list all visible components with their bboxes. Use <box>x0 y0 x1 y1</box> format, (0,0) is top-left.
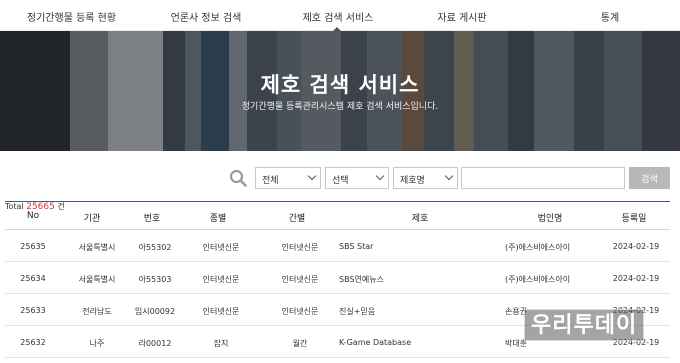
cell-reg-no: 아55302 <box>138 243 172 252</box>
cell-org: 서울특별시 <box>78 275 116 284</box>
cell-title: SBS연예뉴스 <box>339 275 384 284</box>
cell-date: 2024-02-19 <box>612 242 660 251</box>
cell-no: 25634 <box>20 274 46 283</box>
cell-org: 서울특별시 <box>78 243 116 252</box>
watermark-logo: 우리투데이 <box>524 309 645 341</box>
cell-reg-no: 라00012 <box>138 339 172 348</box>
cell-kind: 인터넷신문 <box>202 243 240 252</box>
total-suffix: 건 <box>57 202 65 211</box>
field-select[interactable]: 제호명 <box>393 167 458 189</box>
nav-item-board[interactable]: 자료 게시판 <box>407 9 517 24</box>
column-header-reg-no: 번호 <box>143 214 161 224</box>
search-button[interactable]: 검색 <box>629 167 670 189</box>
scope-select-value: 전체 <box>262 176 279 186</box>
cell-no: 25632 <box>20 338 46 347</box>
column-header-date: 등록일 <box>621 214 647 224</box>
cell-title: SBS Star <box>339 242 374 251</box>
nav-item-registration-status[interactable]: 정기간행물 등록 현황 <box>4 9 139 24</box>
top-nav: 정기간행물 등록 현황 언론사 정보 검색 제호 검색 서비스 자료 게시판 통… <box>0 0 680 32</box>
cell-org: 전라남도 <box>82 307 112 316</box>
chevron-down-icon <box>307 171 317 181</box>
table-header-divider <box>5 229 670 230</box>
nav-item-statistics[interactable]: 통계 <box>590 9 630 24</box>
cell-period: 인터넷신문 <box>281 275 319 284</box>
cell-org: 나주 <box>89 339 105 348</box>
column-header-kind: 종별 <box>209 214 227 224</box>
filter-select-value: 선택 <box>332 176 349 186</box>
chevron-down-icon <box>375 171 385 181</box>
filter-select[interactable]: 선택 <box>325 167 389 189</box>
column-header-org: 기관 <box>83 214 101 224</box>
page-title: 제호 검색 서비스 <box>260 73 420 97</box>
table-top-rule <box>5 201 670 202</box>
column-header-period: 간별 <box>288 214 306 224</box>
search-icon[interactable] <box>229 169 247 187</box>
nav-item-title-search[interactable]: 제호 검색 서비스 <box>283 9 393 24</box>
column-header-no: No <box>26 211 40 221</box>
cell-kind: 잡지 <box>213 339 229 348</box>
cell-corp: (주)에스비에스아이 <box>505 243 571 252</box>
cell-reg-no: 아55303 <box>138 275 172 284</box>
cell-kind: 인터넷신문 <box>202 275 240 284</box>
cell-no: 25635 <box>20 242 46 251</box>
search-input[interactable] <box>461 167 625 189</box>
scope-select[interactable]: 전체 <box>255 167 321 189</box>
cell-title: 진실+믿음 <box>339 307 376 316</box>
cell-kind: 인터넷신문 <box>202 307 240 316</box>
page-subtitle: 정기간행물 등록관리시스템 제호 검색 서비스입니다. <box>241 102 439 112</box>
cell-title: K-Game Database <box>339 338 412 347</box>
cell-no: 25633 <box>20 306 46 315</box>
cell-corp: (주)에스비에스아이 <box>505 275 571 284</box>
column-header-corp: 법인명 <box>537 214 563 224</box>
cell-date: 2024-02-19 <box>612 274 660 283</box>
chevron-down-icon <box>444 171 454 181</box>
cell-period: 인터넷신문 <box>281 307 319 316</box>
total-prefix: Total <box>5 202 24 211</box>
table-row[interactable]: 25635 서울특별시 아55302 인터넷신문 인터넷신문 SBS Star … <box>5 231 670 262</box>
table-row[interactable]: 25634 서울특별시 아55303 인터넷신문 인터넷신문 SBS연예뉴스 (… <box>5 263 670 294</box>
cell-period: 인터넷신문 <box>281 243 319 252</box>
column-header-title: 제호 <box>411 214 429 224</box>
hero-banner: 제호 검색 서비스 정기간행물 등록관리시스템 제호 검색 서비스입니다. <box>0 31 680 151</box>
cell-reg-no: 임시00092 <box>134 307 176 316</box>
field-select-value: 제호명 <box>400 176 425 186</box>
cell-period: 월간 <box>292 339 308 348</box>
nav-item-press-search[interactable]: 언론사 정보 검색 <box>156 9 256 24</box>
